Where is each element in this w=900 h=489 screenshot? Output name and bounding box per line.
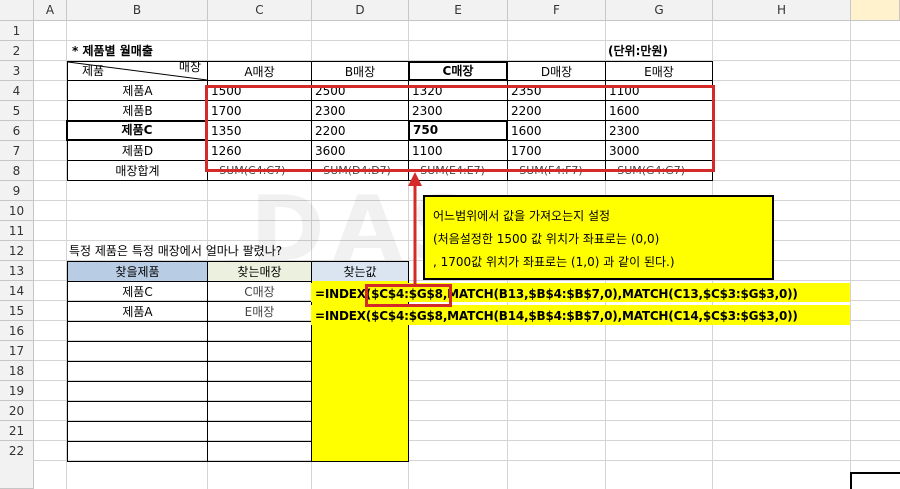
column-header-h[interactable]: H	[713, 0, 851, 21]
column-header-e[interactable]: E	[409, 0, 508, 21]
lookup-empty-cell[interactable]	[207, 381, 312, 402]
lookup-product-cell[interactable]: 제품C	[67, 281, 208, 302]
index-formula[interactable]: =INDEX($C$4:$G$8,MATCH(B14,$B$4:$B$7,0),…	[315, 306, 798, 326]
lookup-empty-cell[interactable]	[207, 341, 312, 362]
column-header-b[interactable]: B	[67, 0, 208, 21]
row-header-1[interactable]: 1	[0, 21, 34, 41]
sheet-title[interactable]: * 제품별 월매출	[72, 41, 153, 61]
formula-prefix: =INDEX(	[315, 309, 372, 323]
lookup-empty-cell[interactable]	[67, 381, 208, 402]
note-line-1: 어느범위에서 값을 가져오는지 설정	[433, 209, 611, 223]
annotation-note[interactable]: 어느범위에서 값을 가져오는지 설정 (처음설정한 1500 값 위치가 좌표로…	[423, 195, 774, 280]
lookup-empty-cell[interactable]	[67, 321, 208, 342]
row-header-2[interactable]: 2	[0, 41, 34, 61]
column-header-d[interactable]: D	[312, 0, 409, 21]
lookup-empty-cell[interactable]	[67, 341, 208, 362]
lookup-header-value[interactable]: 찾는값	[311, 261, 409, 282]
product-label-a[interactable]: 제품A	[67, 80, 208, 101]
lookup-store-cell[interactable]: C매장	[207, 281, 312, 302]
lookup-empty-cell[interactable]	[207, 441, 312, 462]
lookup-empty-cell[interactable]	[67, 421, 208, 442]
store-header-d[interactable]: D매장	[507, 61, 606, 81]
active-cell-indicator[interactable]	[850, 472, 900, 489]
gridline	[34, 40, 900, 41]
row-header-16[interactable]: 16	[0, 321, 34, 341]
row-header-8[interactable]: 8	[0, 161, 34, 181]
note-line-3: , 1700값 위치가 좌표로는 (1,0) 과 같이 된다.)	[433, 255, 675, 269]
lookup-empty-cell[interactable]	[67, 441, 208, 462]
lookup-product-cell[interactable]: 제품A	[67, 301, 208, 322]
row-header-19[interactable]: 19	[0, 381, 34, 401]
product-label-b[interactable]: 제품B	[67, 100, 208, 121]
lookup-empty-cell[interactable]	[207, 321, 312, 342]
row-header-14[interactable]: 14	[0, 281, 34, 301]
lookup-empty-cell[interactable]	[67, 401, 208, 422]
row-header-13[interactable]: 13	[0, 261, 34, 281]
column-header-g[interactable]: G	[606, 0, 713, 21]
formula-range-highlight-box	[365, 284, 452, 307]
lookup-store-cell[interactable]: E매장	[207, 301, 312, 322]
column-header-a[interactable]: A	[34, 0, 67, 21]
diagonal-header-bottom: 제품	[82, 64, 105, 78]
row-header-22[interactable]: 22	[0, 441, 34, 489]
diagonal-header-top: 매장	[178, 60, 201, 74]
product-label-c[interactable]: 제품C	[66, 120, 208, 141]
row-header-9[interactable]: 9	[0, 181, 34, 201]
spreadsheet[interactable]: A B C D E F G H 1 2 3 4 5 6 7 8 9 10 11 …	[0, 0, 900, 489]
total-label[interactable]: 매장합계	[67, 160, 208, 181]
store-header-c[interactable]: C매장	[408, 61, 508, 81]
row-header-17[interactable]: 17	[0, 341, 34, 361]
row-header-20[interactable]: 20	[0, 401, 34, 421]
store-header-b[interactable]: B매장	[311, 61, 409, 81]
select-all-corner[interactable]	[0, 0, 34, 21]
lookup-empty-cell[interactable]	[207, 401, 312, 422]
lookup-empty-cell[interactable]	[67, 361, 208, 382]
column-header-f[interactable]: F	[508, 0, 606, 21]
question-text[interactable]: 특정 제품은 특정 매장에서 얼마나 팔렸나?	[69, 241, 282, 261]
row-header-3[interactable]: 3	[0, 61, 34, 81]
lookup-header-store[interactable]: 찾는매장	[207, 261, 312, 282]
row-header-18[interactable]: 18	[0, 361, 34, 381]
lookup-header-product[interactable]: 찾을제품	[67, 261, 208, 282]
formula-range: $C$4:$G$8	[371, 309, 443, 323]
diagonal-header-cell[interactable]: 매장 제품	[67, 60, 208, 81]
lookup-empty-cell[interactable]	[207, 361, 312, 382]
lookup-empty-cell[interactable]	[207, 421, 312, 442]
column-header-c[interactable]: C	[208, 0, 312, 21]
row-header-4[interactable]: 4	[0, 81, 34, 101]
gridline	[850, 21, 851, 489]
row-header-5[interactable]: 5	[0, 101, 34, 121]
column-header-extra[interactable]	[851, 0, 900, 21]
product-label-d[interactable]: 제품D	[67, 140, 208, 161]
row-header-12[interactable]: 12	[0, 241, 34, 261]
note-line-2: (처음설정한 1500 값 위치가 좌표로는 (0,0)	[433, 232, 660, 246]
row-header-11[interactable]: 11	[0, 221, 34, 241]
formula-suffix: ,MATCH(B14,$B$4:$B$7,0),MATCH(C14,$C$3:$…	[442, 309, 798, 323]
store-header-a[interactable]: A매장	[207, 61, 312, 81]
row-header-6[interactable]: 6	[0, 121, 34, 141]
formula-prefix: =INDEX(	[315, 287, 372, 301]
row-header-7[interactable]: 7	[0, 141, 34, 161]
unit-label[interactable]: (단위:만원)	[608, 41, 668, 61]
formula-suffix: ,MATCH(B13,$B$4:$B$7,0),MATCH(C13,$C$3:$…	[442, 287, 798, 301]
range-highlight-box	[205, 85, 715, 172]
store-header-e[interactable]: E매장	[605, 61, 713, 81]
row-header-10[interactable]: 10	[0, 201, 34, 221]
row-header-15[interactable]: 15	[0, 301, 34, 321]
row-header-21[interactable]: 21	[0, 421, 34, 441]
